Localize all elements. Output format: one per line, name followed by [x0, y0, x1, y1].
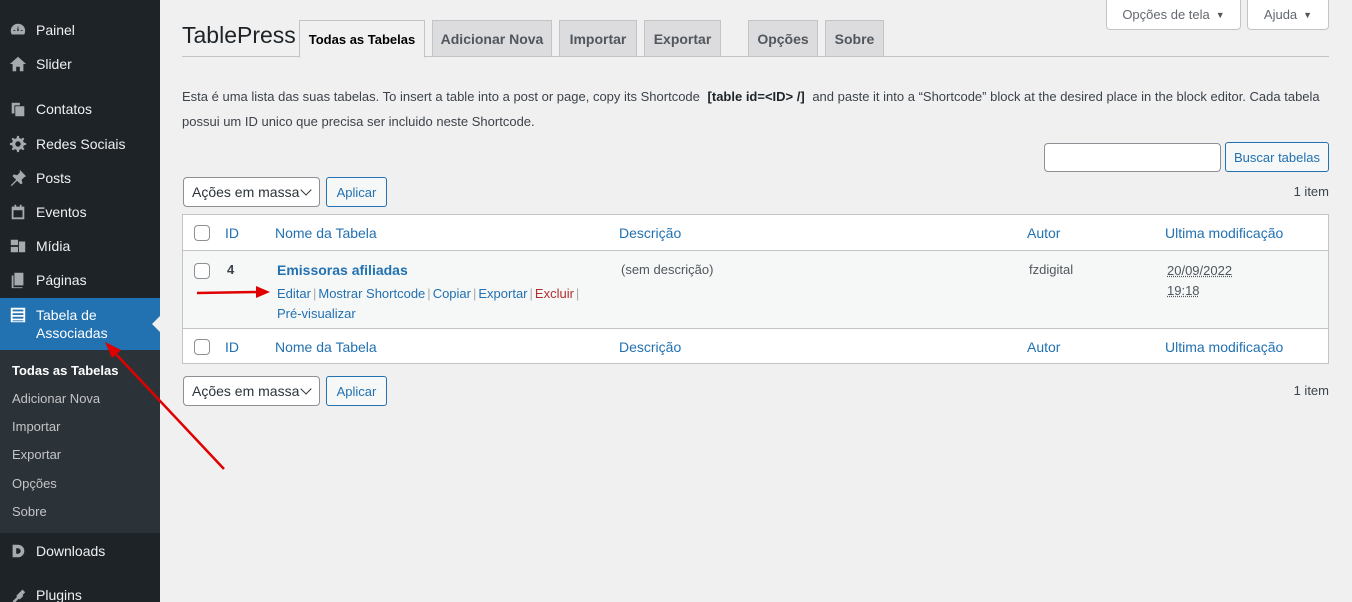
- copy-link[interactable]: Copiar: [433, 286, 471, 301]
- home-icon: [0, 55, 36, 73]
- tables-list: ID Nome da Tabela Descrição Autor Ultima…: [182, 214, 1329, 364]
- sidebar-item-posts[interactable]: Posts: [0, 161, 160, 195]
- row-checkbox[interactable]: [194, 263, 210, 279]
- table-footer: ID Nome da Tabela Descrição Autor Ultima…: [183, 328, 1328, 364]
- tab-adicionar-nova[interactable]: Adicionar Nova: [432, 20, 552, 57]
- sidebar-item-label: Redes Sociais: [36, 136, 126, 152]
- select-all-checkbox-footer[interactable]: [194, 339, 210, 355]
- sidebar-item-label: Downloads: [36, 543, 105, 559]
- calendar-icon: [0, 203, 36, 221]
- show-shortcode-link[interactable]: Mostrar Shortcode: [318, 286, 425, 301]
- sidebar-item-label: Tabela de Associadas: [36, 306, 108, 342]
- pages-icon: [0, 271, 36, 289]
- screen-options-button[interactable]: Opções de tela ▼: [1106, 0, 1241, 30]
- page-title: TablePress: [182, 22, 296, 49]
- column-last-modified[interactable]: Ultima modificação: [1165, 339, 1283, 355]
- shortcode-example: [table id=<ID> /]: [708, 89, 805, 104]
- apply-button-bottom[interactable]: Aplicar: [326, 376, 387, 406]
- column-id[interactable]: ID: [225, 339, 239, 355]
- row-author: fzdigital: [1029, 262, 1073, 277]
- sidebar-item-label: Páginas: [36, 272, 87, 288]
- help-button[interactable]: Ajuda ▼: [1247, 0, 1329, 30]
- sidebar-item-label: Posts: [36, 170, 71, 186]
- sidebar-item-midia[interactable]: Mídia: [0, 229, 160, 263]
- submenu-item-opcoes[interactable]: Opções: [12, 476, 57, 491]
- sidebar-item-label: Contatos: [36, 101, 92, 117]
- column-description[interactable]: Descrição: [619, 225, 681, 241]
- media-icon: [0, 237, 36, 255]
- help-label: Ajuda: [1264, 7, 1297, 22]
- sidebar-item-painel[interactable]: Painel: [0, 13, 160, 47]
- copy-icon: [0, 100, 36, 118]
- column-name[interactable]: Nome da Tabela: [275, 339, 377, 355]
- tab-todas-as-tabelas[interactable]: Todas as Tabelas: [299, 20, 425, 58]
- caret-down-icon: ▼: [1303, 10, 1312, 20]
- sidebar-item-label: Painel: [36, 22, 75, 38]
- item-count-top: 1 item: [1294, 184, 1329, 199]
- row-actions: Editar | Mostrar Shortcode | Copiar | Exportar…: [277, 284, 607, 324]
- submenu-item-importar[interactable]: Importar: [12, 419, 60, 434]
- sidebar-item-label: Mídia: [36, 238, 70, 254]
- row-table-name[interactable]: Emissoras afiliadas: [277, 262, 408, 278]
- bulk-actions-label: Ações em massa: [192, 184, 299, 200]
- bulk-actions-select-top[interactable]: Ações em massa: [183, 177, 320, 207]
- bulk-actions-select-bottom[interactable]: Ações em massa: [183, 376, 320, 406]
- page-description: Esta é uma lista das suas tabelas. To in…: [182, 84, 1332, 134]
- sidebar-item-plugins[interactable]: Plugins: [0, 578, 160, 602]
- submenu-item-todas-as-tabelas[interactable]: Todas as Tabelas: [12, 363, 118, 378]
- submenu-item-exportar[interactable]: Exportar: [12, 447, 61, 462]
- chevron-down-icon: [300, 184, 311, 195]
- table-icon: [0, 306, 36, 324]
- edit-link[interactable]: Editar: [277, 286, 311, 301]
- row-description: (sem descrição): [621, 262, 713, 277]
- plugin-icon: [0, 586, 36, 602]
- submenu: Todas as Tabelas Adicionar Nova Importar…: [0, 350, 160, 533]
- submenu-item-adicionar-nova[interactable]: Adicionar Nova: [12, 391, 100, 406]
- table-header: ID Nome da Tabela Descrição Autor Ultima…: [183, 215, 1328, 251]
- select-all-checkbox[interactable]: [194, 225, 210, 241]
- pin-icon: [0, 169, 36, 187]
- column-id[interactable]: ID: [225, 225, 239, 241]
- row-time: 19:18: [1167, 283, 1200, 298]
- description-text: Esta é uma lista das suas tabelas. To in…: [182, 89, 700, 104]
- sidebar-item-paginas[interactable]: Páginas: [0, 263, 160, 297]
- sidebar-item-label: Slider: [36, 56, 72, 72]
- search-tables-button[interactable]: Buscar tabelas: [1225, 142, 1329, 172]
- sidebar-item-downloads[interactable]: Downloads: [0, 534, 160, 568]
- sidebar-item-tabela-de-associadas[interactable]: Tabela de Associadas: [0, 298, 160, 350]
- tab-importar[interactable]: Importar: [559, 20, 637, 57]
- item-count-bottom: 1 item: [1294, 383, 1329, 398]
- tab-opcoes[interactable]: Opções: [748, 20, 818, 57]
- delete-link[interactable]: Excluir: [535, 286, 574, 301]
- preview-link[interactable]: Pré-visualizar: [277, 306, 356, 321]
- column-name[interactable]: Nome da Tabela: [275, 225, 377, 241]
- column-author[interactable]: Autor: [1027, 225, 1060, 241]
- export-link[interactable]: Exportar: [478, 286, 527, 301]
- screen-options-label: Opções de tela: [1122, 7, 1209, 22]
- bulk-actions-label: Ações em massa: [192, 383, 299, 399]
- table-row: 4 Emissoras afiliadas Editar | Mostrar Sho…: [183, 251, 1328, 328]
- row-id: 4: [227, 262, 234, 277]
- submenu-item-sobre[interactable]: Sobre: [12, 504, 47, 519]
- chevron-down-icon: [300, 383, 311, 394]
- sidebar-item-contatos[interactable]: Contatos: [0, 92, 160, 126]
- column-description[interactable]: Descrição: [619, 339, 681, 355]
- sidebar-item-label: Eventos: [36, 204, 87, 220]
- row-date: 20/09/2022: [1167, 263, 1232, 278]
- column-author[interactable]: Autor: [1027, 339, 1060, 355]
- admin-sidebar: Painel Slider Contatos Redes Sociais Pos…: [0, 0, 160, 602]
- caret-down-icon: ▼: [1216, 10, 1225, 20]
- tab-sobre[interactable]: Sobre: [825, 20, 884, 57]
- sidebar-item-eventos[interactable]: Eventos: [0, 195, 160, 229]
- tab-exportar[interactable]: Exportar: [644, 20, 721, 57]
- dashboard-icon: [0, 21, 36, 39]
- sidebar-item-label: Plugins: [36, 587, 82, 602]
- apply-button-top[interactable]: Aplicar: [326, 177, 387, 207]
- download-d-icon: [0, 542, 36, 560]
- sidebar-item-redes-sociais[interactable]: Redes Sociais: [0, 127, 160, 161]
- search-input[interactable]: [1044, 143, 1221, 172]
- sidebar-item-slider[interactable]: Slider: [0, 47, 160, 81]
- gear-icon: [0, 135, 36, 153]
- column-last-modified[interactable]: Ultima modificação: [1165, 225, 1283, 241]
